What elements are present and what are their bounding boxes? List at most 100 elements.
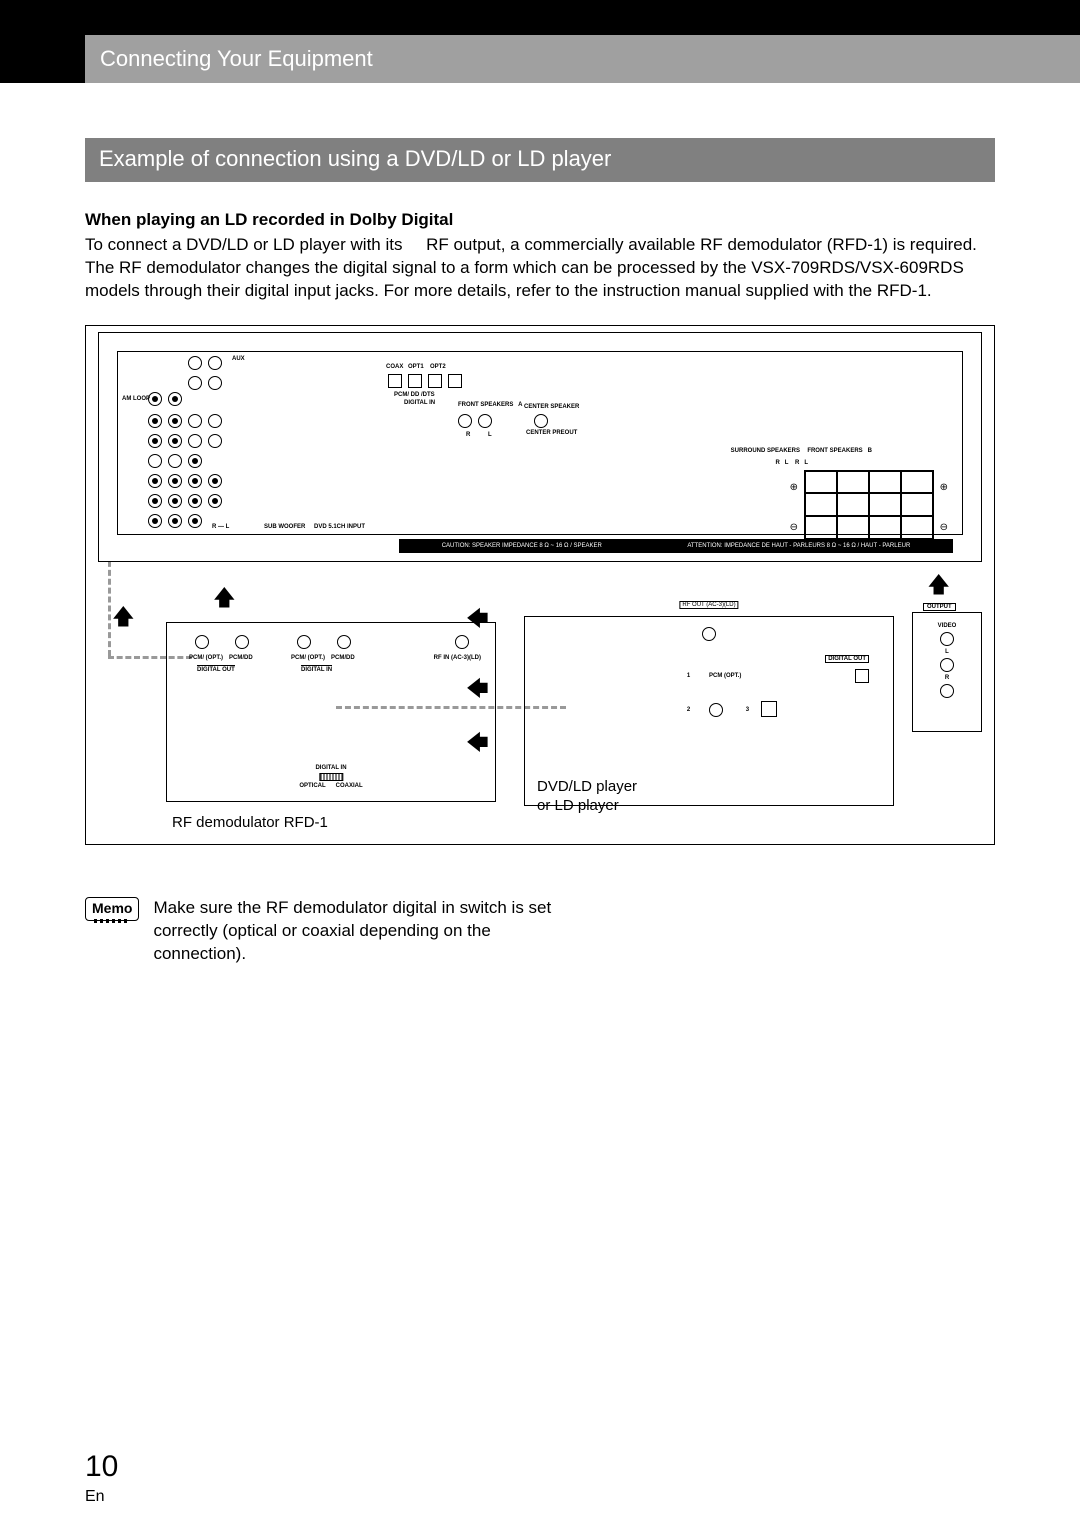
label-1: 1: [687, 673, 690, 679]
rca-jack: [208, 434, 222, 448]
coax-out: [235, 635, 249, 649]
intro-bold-line: When playing an LD recorded in Dolby Dig…: [85, 210, 995, 230]
memo-text: Make sure the RF demodulator digital in …: [153, 897, 583, 966]
connection-diagram: AUX AM LOOP: [85, 325, 995, 845]
receiver-inner: AUX AM LOOP: [117, 351, 963, 535]
receiver-rear-panel: AUX AM LOOP: [98, 332, 982, 562]
label-center-preout: CENTER PREOUT: [526, 430, 577, 436]
label-pcm-dd-in: PCM/DD: [331, 655, 355, 661]
label-dig-out: DIGITAL OUT: [197, 665, 235, 673]
label-opt2: OPT2: [430, 364, 446, 370]
rca-jack: [188, 514, 202, 528]
top-black-bar: [0, 0, 1080, 35]
rca-jack: [208, 474, 222, 488]
opt-jack-3: [761, 701, 777, 717]
label-video: VIDEO: [913, 623, 981, 629]
label-subwoofer: SUB WOOFER: [264, 524, 305, 530]
label-digital-out: DIGITAL OUT: [825, 655, 869, 663]
term-minus: ⊖: [790, 522, 798, 533]
caution-left: CAUTION: SPEAKER IMPEDANCE 8 Ω ~ 16 Ω / …: [442, 543, 602, 549]
label-dvd51: DVD 5.1CH INPUT: [314, 524, 365, 530]
rca-jack: [168, 392, 182, 406]
term-plus: ⊕: [790, 482, 798, 493]
rca-jack: [148, 434, 162, 448]
label-pcm-opt: PCM (OPT.): [709, 673, 741, 679]
label-coax: COAX: [386, 364, 403, 370]
coax-in: [337, 635, 351, 649]
speaker-term: [458, 414, 472, 428]
rca-jack: [168, 434, 182, 448]
subheader-title: Example of connection using a DVD/LD or …: [99, 146, 611, 171]
audio-l-jack: [940, 658, 954, 672]
opt-out: [195, 635, 209, 649]
rca-jack: [188, 414, 202, 428]
label-optical: OPTICAL: [299, 783, 325, 789]
caution-strip: CAUTION: SPEAKER IMPEDANCE 8 Ω ~ 16 Ω / …: [399, 539, 953, 553]
audio-r-jack: [940, 684, 954, 698]
page-content: Example of connection using a DVD/LD or …: [0, 83, 1080, 966]
label-l: L: [913, 649, 981, 655]
rca-jack: [168, 414, 182, 428]
label-front-a: FRONT SPEAKERS A: [458, 402, 522, 408]
player-label: DVD/LD player or LD player: [537, 777, 637, 816]
header-black-corner: [0, 35, 85, 83]
page-subheader: Example of connection using a DVD/LD or …: [85, 138, 995, 182]
label-r: R: [913, 675, 981, 681]
label-rl: R — L: [212, 524, 229, 530]
label-output: OUTPUT: [923, 603, 956, 611]
opt-jack: [448, 374, 462, 388]
label-amloop: AM LOOP: [122, 396, 150, 402]
demodulator-caption: RF demodulator RFD-1: [172, 814, 328, 831]
rca-jack: [148, 414, 162, 428]
label-r: R: [466, 432, 470, 438]
label-front-b: FRONT SPEAKERS B: [807, 448, 872, 454]
center-preout: [534, 414, 548, 428]
rca-jack: [168, 494, 182, 508]
digital-jack-2: [709, 703, 723, 717]
rca-jack: [148, 474, 162, 488]
opt-jack: [408, 374, 422, 388]
intro-body-text: To connect a DVD/LD or LD player with it…: [85, 235, 977, 300]
player-label-2: or LD player: [537, 796, 637, 816]
rca-jack: [188, 376, 202, 390]
rca-jack: [188, 454, 202, 468]
language-code: En: [85, 1488, 105, 1506]
memo-row: Memo Make sure the RF demodulator digita…: [85, 897, 995, 966]
rca-jack: [188, 474, 202, 488]
rca-jack: [148, 454, 162, 468]
rca-jack: [208, 376, 222, 390]
rca-jack: [208, 414, 222, 428]
section-header: Connecting Your Equipment: [0, 35, 1080, 83]
label-pcm-opt-in: PCM/ (OPT.): [291, 655, 325, 661]
rf-out-jack: [702, 627, 716, 641]
rca-jack: [148, 392, 162, 406]
label-aux: AUX: [232, 356, 245, 362]
opt-jack: [428, 374, 442, 388]
label-coaxial: COAXIAL: [336, 783, 363, 789]
label-dig-in-top: DIGITAL IN: [301, 665, 332, 673]
label-digin: DIGITAL IN: [404, 400, 435, 406]
opt-in: [297, 635, 311, 649]
label-3: 3: [746, 707, 749, 713]
term-plus: ⊕: [940, 482, 948, 493]
rca-jack: [168, 474, 182, 488]
label-opt1: OPT1: [408, 364, 424, 370]
label-l: L: [488, 432, 492, 438]
label-surround-sp: SURROUND SPEAKERS: [731, 448, 800, 454]
rca-jack: [208, 356, 222, 370]
speaker-terminal-block: [804, 470, 934, 540]
arrow-up-icon: 🡅: [927, 568, 950, 606]
rf-demodulator: PCM/ (OPT.) PCM/DD DIGITAL OUT PCM/ (OPT…: [166, 622, 496, 802]
memo-badge: Memo: [85, 897, 139, 921]
label-pcm-opt-out: PCM/ (OPT.): [189, 655, 223, 661]
video-jack: [940, 632, 954, 646]
pcm-opt-jack: [855, 669, 869, 683]
term-minus: ⊖: [940, 522, 948, 533]
label-rf-in: RF IN (AC-3)(LD): [434, 655, 481, 661]
label-rlrl: R L R L: [775, 460, 808, 466]
rf-in-jack: [455, 635, 469, 649]
label-pcm-dd-out: PCM/DD: [229, 655, 253, 661]
rca-jack: [188, 356, 202, 370]
rca-jack: [168, 454, 182, 468]
arrow-up-icon: 🡅: [112, 600, 135, 638]
